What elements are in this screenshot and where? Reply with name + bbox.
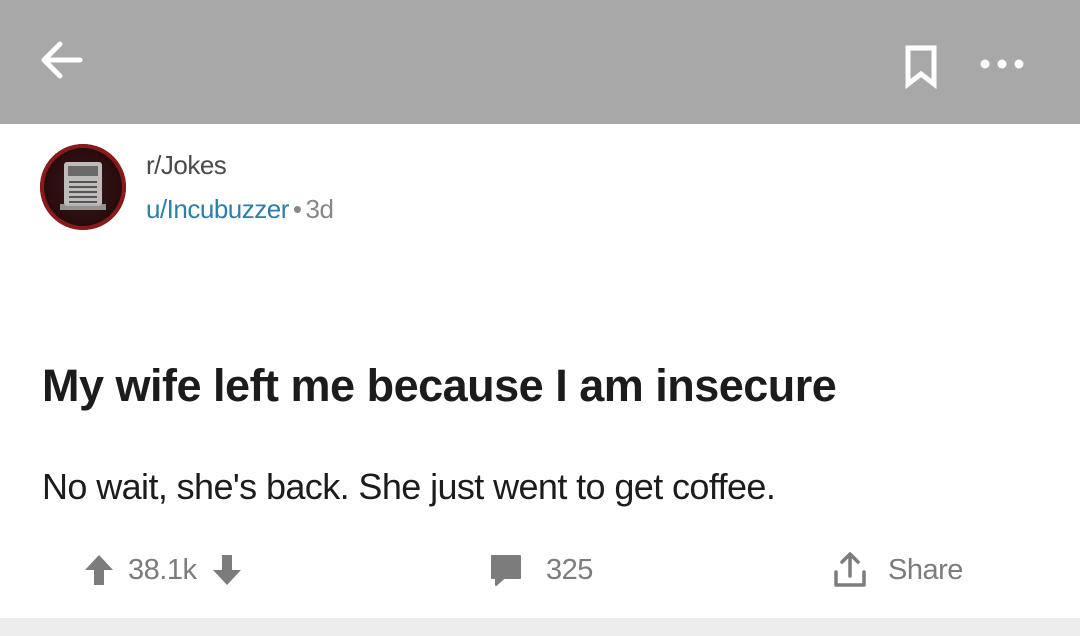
top-app-bar (0, 0, 1080, 124)
arrow-down-icon (213, 555, 242, 585)
arrow-up-icon (85, 555, 113, 585)
post-title: My wife left me because I am insecure (42, 360, 837, 411)
post-age: 3d (305, 194, 334, 224)
meta-separator: • (292, 194, 302, 224)
downvote-button[interactable] (212, 553, 242, 587)
post-body: No wait, she's back. She just went to ge… (42, 466, 776, 507)
share-label: Share (888, 553, 963, 586)
author-line: u/Incubuzzer • 3d (146, 194, 334, 224)
comment-count: 325 (546, 553, 593, 586)
share-button[interactable]: Share (830, 548, 963, 592)
post-actions-bar: 38.1k 325 Share (0, 540, 1080, 600)
subreddit-name[interactable]: r/Jokes (146, 150, 333, 180)
arrow-left-icon (41, 41, 83, 79)
share-icon (834, 552, 866, 587)
comments-button[interactable]: 325 (488, 548, 593, 592)
save-button[interactable] (896, 36, 946, 92)
bottom-divider (0, 618, 1080, 636)
post-header: r/Jokes u/Incubuzzer • 3d (40, 140, 640, 240)
upvote-button[interactable] (84, 553, 114, 587)
bookmark-icon (905, 45, 937, 90)
subreddit-avatar[interactable] (40, 144, 126, 230)
author-username[interactable]: u/Incubuzzer (146, 194, 289, 224)
vote-group: 38.1k (84, 548, 242, 592)
jukebox-icon (60, 162, 106, 210)
back-button[interactable] (34, 30, 90, 86)
more-horizontal-icon (980, 59, 1024, 69)
comment-icon (491, 555, 521, 586)
more-options-button[interactable] (972, 36, 1032, 92)
vote-count: 38.1k (128, 553, 197, 586)
post-meta: r/Jokes u/Incubuzzer • 3d (146, 150, 334, 224)
